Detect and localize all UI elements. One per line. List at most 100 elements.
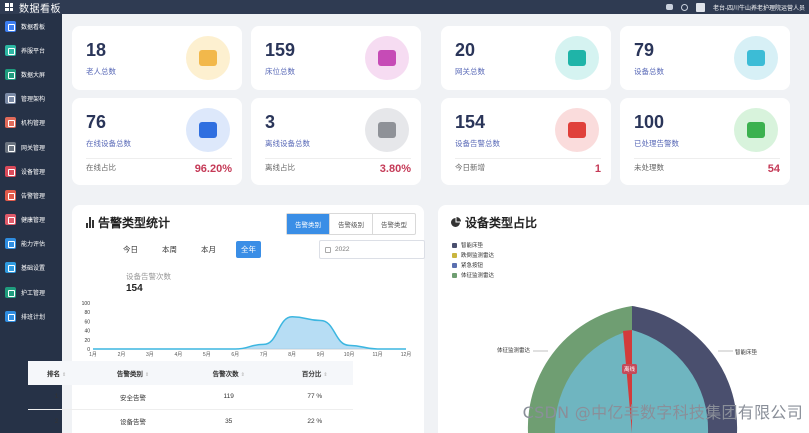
divider bbox=[265, 158, 411, 159]
stat-foot-value: 3.80% bbox=[379, 163, 411, 175]
col-count[interactable]: 告警次数 ⇕ bbox=[180, 361, 277, 385]
stat-icon-circle bbox=[186, 36, 230, 80]
bar-chart-icon bbox=[86, 217, 94, 228]
sidebar-item-label: 数据大屏 bbox=[21, 72, 46, 79]
stat-label: 老人总数 bbox=[86, 67, 116, 76]
range-today[interactable]: 今日 bbox=[123, 244, 138, 255]
stat-value: 18 bbox=[86, 40, 107, 60]
alarm-panel-title-text: 告警类型统计 bbox=[98, 216, 171, 230]
stat-label: 在线设备总数 bbox=[86, 139, 131, 148]
sidebar-icon bbox=[5, 189, 16, 201]
watermark: CSDN @中亿丰数字科技集团有限公司 bbox=[522, 403, 803, 422]
x-tick-label: 11月 bbox=[372, 352, 382, 357]
sidebar-item-label: 告警管理 bbox=[21, 193, 46, 200]
apps-grid-icon[interactable] bbox=[5, 3, 13, 11]
sidebar-item[interactable]: 护工管理 bbox=[0, 280, 62, 304]
stat-label: 设备告警总数 bbox=[455, 139, 500, 148]
series-area bbox=[93, 316, 406, 349]
cell: 设备告警 bbox=[85, 409, 181, 433]
tab-type[interactable]: 告警类型 bbox=[372, 214, 415, 234]
stat-value: 20 bbox=[455, 40, 476, 60]
sidebar-icon bbox=[5, 141, 16, 153]
sidebar-item[interactable]: 健康管理 bbox=[0, 208, 62, 232]
x-tick-label: 9月 bbox=[317, 352, 325, 357]
sidebar-item[interactable]: 管理架构 bbox=[0, 87, 62, 111]
user-text[interactable]: 老台-四川牛山养老护理院运营人员 bbox=[713, 3, 805, 12]
avatar[interactable] bbox=[696, 2, 705, 12]
sidebar-item[interactable]: 排班计划 bbox=[0, 304, 62, 328]
outer-label-mattress: 智能床垫 bbox=[735, 350, 758, 356]
stat-icon-circle bbox=[555, 36, 599, 80]
stat-icon-circle bbox=[555, 108, 599, 152]
sidebar-item[interactable]: 基础设置 bbox=[0, 256, 62, 280]
stat-card[interactable]: 20 网关总数 bbox=[441, 26, 611, 90]
stat-card[interactable]: 100 已处理告警数 未处理数 54 bbox=[620, 98, 790, 185]
alarm-area-chart: 1008060402001月 2月 3月 4月 5月 6月 7月 8月 9月 10月 11月 12月 bbox=[82, 301, 412, 357]
message-icon[interactable] bbox=[666, 4, 673, 10]
cell: 77 % bbox=[276, 385, 353, 410]
x-tick-label: 1月 bbox=[89, 352, 97, 357]
stat-foot-label: 未处理数 bbox=[634, 163, 664, 172]
help-icon[interactable] bbox=[681, 3, 688, 11]
tab-level[interactable]: 告警级别 bbox=[329, 214, 372, 234]
router-icon bbox=[568, 50, 586, 66]
x-tick-label: 5月 bbox=[203, 352, 211, 357]
stat-foot-label: 离线占比 bbox=[265, 163, 295, 172]
stat-card[interactable]: 159 床位总数 bbox=[251, 26, 421, 90]
sidebar-item-label: 能力评估 bbox=[21, 242, 46, 249]
stat-foot-label: 在线占比 bbox=[86, 163, 116, 172]
col-category[interactable]: 告警类别 ⇕ bbox=[85, 361, 181, 385]
sidebar-item[interactable]: 数据看板 bbox=[0, 14, 62, 38]
offline-icon bbox=[378, 122, 396, 138]
sidebar-item[interactable]: 能力评估 bbox=[0, 232, 62, 256]
cell: 1 bbox=[28, 385, 86, 410]
range-year[interactable]: 全年 bbox=[236, 241, 261, 258]
sidebar-item[interactable]: 告警管理 bbox=[0, 183, 62, 207]
x-tick-label: 6月 bbox=[231, 352, 239, 357]
stat-card[interactable]: 3 离线设备总数 离线占比 3.80% bbox=[251, 98, 421, 185]
stat-icon-circle bbox=[365, 36, 409, 80]
sidebar-item-label: 护工管理 bbox=[21, 290, 46, 297]
stat-foot-label: 今日新增 bbox=[455, 163, 485, 172]
metric-label: 设备告警次数 bbox=[126, 272, 171, 281]
stat-foot-value: 1 bbox=[594, 163, 601, 175]
y-tick-label: 40 bbox=[84, 329, 90, 335]
stat-card[interactable]: 79 设备总数 bbox=[620, 26, 790, 90]
stat-icon-circle bbox=[734, 108, 778, 152]
inner-label-offline: 离线 bbox=[622, 364, 638, 374]
tab-category[interactable]: 告警类别 bbox=[287, 214, 329, 234]
range-month[interactable]: 本月 bbox=[201, 244, 216, 255]
sidebar-icon bbox=[5, 214, 16, 226]
sidebar-icon bbox=[5, 93, 16, 105]
stat-card[interactable]: 18 老人总数 bbox=[72, 26, 242, 90]
sidebar-item-label: 机构管理 bbox=[21, 121, 46, 128]
sidebar-item[interactable]: 数据大屏 bbox=[0, 62, 62, 86]
col-percent[interactable]: 百分比 ⇕ bbox=[276, 361, 353, 385]
device-icon bbox=[747, 50, 765, 66]
sidebar-item[interactable]: 机构管理 bbox=[0, 111, 62, 135]
sidebar-icon bbox=[5, 68, 16, 80]
sidebar-item[interactable]: 网关管理 bbox=[0, 135, 62, 159]
divider bbox=[455, 158, 601, 159]
sidebar-item-label: 养服平台 bbox=[21, 48, 46, 55]
x-tick-label: 3月 bbox=[146, 352, 154, 357]
x-tick-label: 2月 bbox=[118, 352, 126, 357]
sidebar-icon bbox=[5, 117, 16, 129]
sidebar-item[interactable]: 养服平台 bbox=[0, 38, 62, 62]
table-row: 2 设备告警 35 22 % bbox=[28, 409, 353, 433]
stat-value: 159 bbox=[265, 40, 296, 60]
year-picker[interactable]: 2022 bbox=[319, 240, 425, 259]
range-week[interactable]: 本周 bbox=[162, 244, 177, 255]
cell: 22 % bbox=[276, 409, 353, 433]
outer-label-vital-radar: 体征监测雷达 bbox=[497, 348, 531, 354]
sidebar-item[interactable]: 设备管理 bbox=[0, 159, 62, 183]
table-row: 1 安全告警 119 77 % bbox=[28, 385, 353, 410]
metric-value: 154 bbox=[126, 283, 143, 294]
divider bbox=[634, 158, 780, 159]
stat-card[interactable]: 76 在线设备总数 在线占比 96.20% bbox=[72, 98, 242, 185]
stat-icon-circle bbox=[186, 108, 230, 152]
col-rank[interactable]: 排名 ⇕ bbox=[28, 361, 86, 385]
stat-label: 已处理告警数 bbox=[634, 139, 679, 148]
stat-card[interactable]: 154 设备告警总数 今日新增 1 bbox=[441, 98, 611, 185]
check-icon bbox=[747, 122, 765, 138]
